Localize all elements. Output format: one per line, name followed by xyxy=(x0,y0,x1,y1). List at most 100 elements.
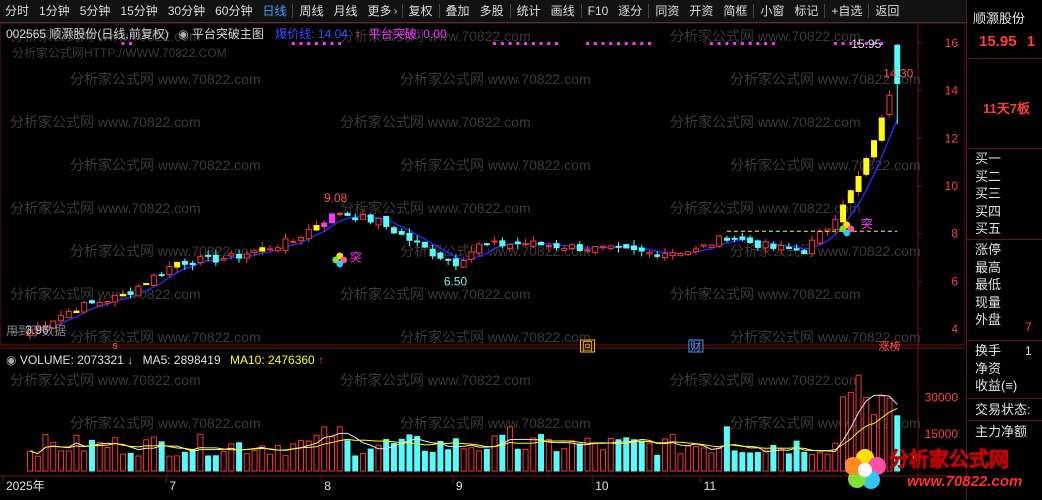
candle[interactable] xyxy=(708,244,715,248)
candle[interactable] xyxy=(584,249,591,252)
candle[interactable] xyxy=(569,244,576,250)
candle[interactable] xyxy=(298,237,305,241)
volume-bar[interactable] xyxy=(452,438,459,472)
candle[interactable] xyxy=(166,266,173,275)
toolbar-item-23[interactable]: 返回 xyxy=(870,0,904,22)
volume-bar[interactable] xyxy=(437,440,444,472)
candle[interactable] xyxy=(197,256,204,263)
volume-bar[interactable] xyxy=(685,445,692,472)
volume-bar[interactable] xyxy=(514,448,521,472)
kline-chart-area[interactable]: 分析家公式网 www.70822.com 分析家公式网 www.70822.com… xyxy=(0,23,965,500)
candle[interactable] xyxy=(73,310,80,314)
volume-bar[interactable] xyxy=(770,445,777,472)
volume-bar[interactable] xyxy=(747,452,754,472)
toolbar-item-5[interactable]: 60分钟 xyxy=(210,0,257,22)
volume-bar[interactable] xyxy=(212,455,219,472)
candle[interactable] xyxy=(576,244,583,251)
volume-bar[interactable] xyxy=(81,450,88,472)
volume-bar[interactable] xyxy=(654,454,661,472)
candle[interactable] xyxy=(669,252,676,257)
kline-chart[interactable]: 分析家公式网 www.70822.com 分析家公式网 www.70822.com… xyxy=(0,23,965,500)
volume-bar[interactable] xyxy=(832,442,839,472)
candle[interactable] xyxy=(236,253,243,259)
candle[interactable] xyxy=(600,245,607,248)
volume-bar[interactable] xyxy=(359,452,366,472)
volume-bar[interactable] xyxy=(824,453,831,472)
volume-icon[interactable]: ◉ xyxy=(6,353,16,367)
volume-bar[interactable] xyxy=(553,451,560,472)
candle[interactable] xyxy=(135,285,142,297)
toolbar-item-11[interactable]: 叠加 xyxy=(441,0,475,22)
candle[interactable] xyxy=(390,227,397,234)
volume-bar[interactable] xyxy=(816,452,823,472)
candle[interactable] xyxy=(181,260,188,265)
candle[interactable] xyxy=(816,231,823,244)
volume-bar[interactable] xyxy=(499,434,506,472)
volume-bar[interactable] xyxy=(638,440,645,472)
candle[interactable] xyxy=(282,238,289,252)
volume-bar[interactable] xyxy=(290,443,297,472)
more-arrow-icon[interactable]: › xyxy=(394,4,398,18)
candle[interactable] xyxy=(429,248,436,257)
candle[interactable] xyxy=(716,235,723,247)
volume-bar[interactable] xyxy=(592,443,599,472)
toolbar-item-3[interactable]: 15分钟 xyxy=(115,0,162,22)
volume-bar[interactable] xyxy=(785,453,792,472)
candle[interactable] xyxy=(863,158,870,175)
candle[interactable] xyxy=(65,310,72,319)
candle[interactable] xyxy=(801,250,808,255)
candle[interactable] xyxy=(174,261,181,268)
candle[interactable] xyxy=(406,232,413,241)
volume-bar[interactable] xyxy=(27,450,33,472)
volume-bar[interactable] xyxy=(259,445,266,472)
toolbar-item-4[interactable]: 30分钟 xyxy=(163,0,210,22)
volume-bar[interactable] xyxy=(344,440,351,472)
volume-bar[interactable] xyxy=(390,442,397,472)
volume-bar[interactable] xyxy=(476,450,483,472)
candle[interactable] xyxy=(592,245,599,253)
candle[interactable] xyxy=(770,243,777,249)
candle[interactable] xyxy=(336,212,343,215)
volume-bar[interactable] xyxy=(352,455,359,472)
candle[interactable] xyxy=(483,243,490,246)
candle[interactable] xyxy=(871,140,878,158)
volume-bar[interactable] xyxy=(421,450,428,472)
candle[interactable] xyxy=(538,242,545,246)
candle[interactable] xyxy=(561,247,568,251)
candle[interactable] xyxy=(359,213,366,220)
candle[interactable] xyxy=(243,253,250,259)
candle[interactable] xyxy=(623,244,630,249)
candle[interactable] xyxy=(313,225,320,231)
candle[interactable] xyxy=(855,175,862,192)
candle[interactable] xyxy=(661,252,668,259)
volume-bar[interactable] xyxy=(96,441,103,472)
volume-bar[interactable] xyxy=(119,453,126,472)
candle[interactable] xyxy=(615,245,622,248)
toolbar-item-14[interactable]: 画线 xyxy=(546,0,580,22)
candle[interactable] xyxy=(212,254,219,263)
candle[interactable] xyxy=(452,258,459,267)
candle[interactable] xyxy=(739,236,746,240)
volume-bar[interactable] xyxy=(220,450,227,472)
candle[interactable] xyxy=(290,240,297,243)
candle[interactable] xyxy=(522,243,529,246)
volume-bar[interactable] xyxy=(576,443,583,472)
volume-bar[interactable] xyxy=(522,448,529,472)
toolbar-item-19[interactable]: 简框 xyxy=(718,0,752,22)
volume-bar[interactable] xyxy=(282,455,289,472)
candle[interactable] xyxy=(112,294,119,303)
toolbar-item-7[interactable]: 周线 xyxy=(294,0,328,22)
volume-bar[interactable] xyxy=(739,452,746,472)
volume-bar[interactable] xyxy=(57,450,64,472)
candle[interactable] xyxy=(344,212,351,216)
candle[interactable] xyxy=(692,248,699,253)
candle[interactable] xyxy=(878,117,885,141)
volume-bar[interactable] xyxy=(762,449,769,472)
candle[interactable] xyxy=(793,248,800,251)
candle[interactable] xyxy=(630,245,637,251)
volume-bar[interactable] xyxy=(460,448,467,472)
candle[interactable] xyxy=(553,243,560,249)
volume-bar[interactable] xyxy=(313,434,320,472)
volume-bar[interactable] xyxy=(42,434,49,472)
candle[interactable] xyxy=(847,190,854,204)
